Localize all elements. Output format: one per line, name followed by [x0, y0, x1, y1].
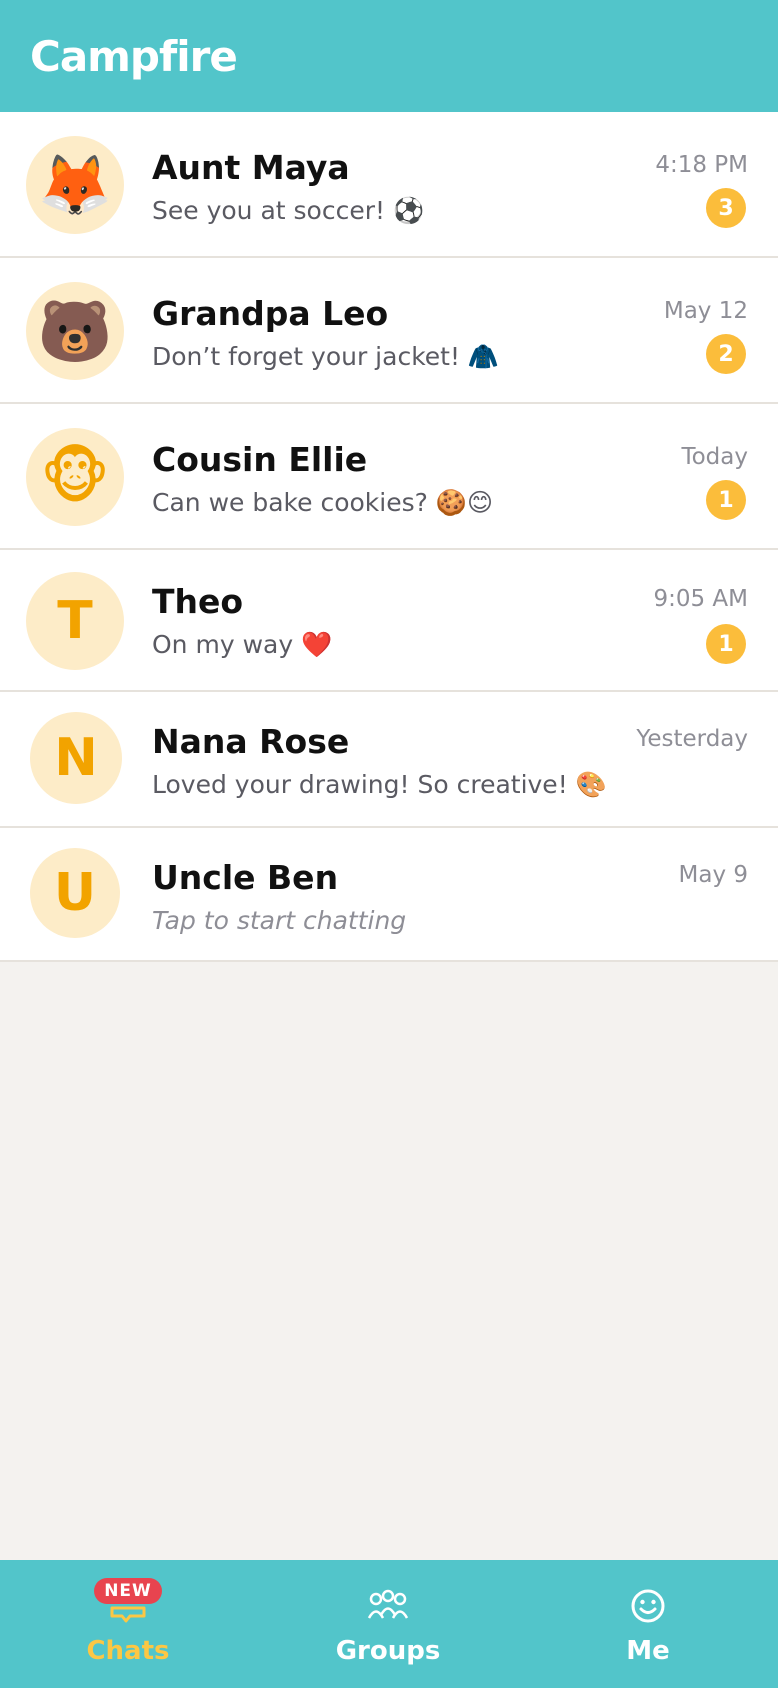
- chat-time: May 12: [663, 298, 748, 324]
- tab-me[interactable]: Me: [548, 1560, 748, 1688]
- chat-name: Uncle Ben: [152, 858, 339, 897]
- chat-row-uncle-ben[interactable]: U Uncle Ben Tap to start chatting May 9: [0, 828, 778, 962]
- avatar-letter: U: [30, 848, 120, 938]
- chat-name: Theo: [152, 582, 244, 621]
- chat-list: 🦊 Aunt Maya See you at soccer! ⚽ 4:18 PM…: [0, 112, 778, 962]
- chat-row-cousin-ellie[interactable]: 🐵 Cousin Ellie Can we bake cookies? 🍪😊 T…: [0, 404, 778, 550]
- chat-time: 9:05 AM: [653, 586, 748, 612]
- tab-label: Chats: [86, 1636, 170, 1666]
- chat-name: Cousin Ellie: [152, 440, 368, 479]
- chat-time: 4:18 PM: [655, 152, 748, 178]
- unread-badge: 3: [706, 188, 746, 228]
- chat-name: Nana Rose: [152, 722, 350, 761]
- chat-preview: Tap to start chatting: [152, 906, 407, 935]
- new-badge: NEW: [94, 1578, 162, 1604]
- app-header: Campfire: [0, 0, 778, 112]
- avatar-monkey: 🐵: [26, 428, 124, 526]
- tab-bar: NEW Chats Groups Me: [0, 1560, 778, 1688]
- avatar-fox: 🦊: [26, 136, 124, 234]
- chat-bubble-icon: [108, 1604, 148, 1628]
- avatar-letter: N: [30, 712, 122, 804]
- chat-row-nana-rose[interactable]: N Nana Rose Loved your drawing! So creat…: [0, 692, 778, 828]
- tab-groups[interactable]: Groups: [288, 1560, 488, 1688]
- chat-time: Yesterday: [636, 726, 748, 752]
- chat-row-grandpa-leo[interactable]: 🐻 Grandpa Leo Don’t forget your jacket! …: [0, 258, 778, 404]
- chat-preview: Loved your drawing! So creative! 🎨: [152, 770, 607, 799]
- chat-preview: Can we bake cookies? 🍪😊: [152, 488, 494, 517]
- chat-preview: See you at soccer! ⚽: [152, 196, 425, 225]
- group-icon: [367, 1588, 409, 1628]
- smiley-icon: [630, 1588, 666, 1628]
- chat-row-theo[interactable]: T Theo On my way ❤️ 9:05 AM 1: [0, 550, 778, 692]
- avatar-bear: 🐻: [26, 282, 124, 380]
- unread-badge: 1: [706, 624, 746, 664]
- chat-time: Today: [681, 444, 748, 470]
- chat-time: May 9: [678, 862, 749, 888]
- avatar-letter: T: [26, 572, 124, 670]
- chat-name: Grandpa Leo: [152, 294, 389, 333]
- chat-preview: On my way ❤️: [152, 630, 333, 659]
- tab-label: Groups: [335, 1636, 441, 1666]
- tab-chats[interactable]: NEW Chats: [28, 1560, 228, 1688]
- tab-label: Me: [626, 1636, 670, 1666]
- unread-badge: 2: [706, 334, 746, 374]
- chat-row-aunt-maya[interactable]: 🦊 Aunt Maya See you at soccer! ⚽ 4:18 PM…: [0, 112, 778, 258]
- chat-name: Aunt Maya: [152, 148, 350, 187]
- app-title: Campfire: [30, 31, 238, 81]
- unread-badge: 1: [706, 480, 746, 520]
- chat-preview: Don’t forget your jacket! 🧥: [152, 342, 500, 371]
